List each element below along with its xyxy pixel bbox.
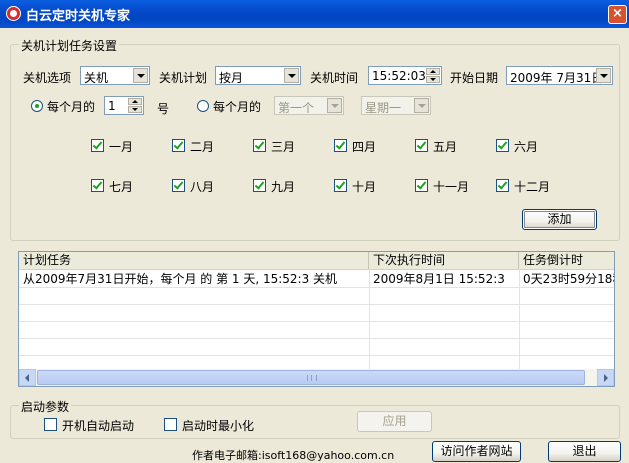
close-button[interactable]: × [608,5,627,24]
column-divider [369,269,370,370]
month-label[interactable]: 五月 [433,138,457,155]
month-checkbox[interactable] [172,139,185,152]
shutdown-option-value: 关机 [84,71,109,85]
month-checkbox[interactable] [172,179,185,192]
row-divider [19,304,614,305]
minimize-checkbox[interactable] [164,418,177,431]
start-date-picker[interactable]: 2009年 7月31日 [506,66,613,85]
month-label[interactable]: 二月 [190,138,214,155]
month-checkbox[interactable] [496,139,509,152]
time-spin-buttons [426,68,440,83]
row-divider [19,321,614,322]
scroll-left-icon[interactable] [19,369,36,386]
column-header-task[interactable]: 计划任务 [19,252,369,269]
week-ordinal-value: 第一个 [278,101,315,115]
start-date-label: 开始日期 [450,71,499,85]
column-header-countdown[interactable]: 任务倒计时 [519,252,614,269]
spin-down-icon[interactable] [128,106,142,113]
minimize-label[interactable]: 启动时最小化 [182,417,254,434]
spin-down-icon[interactable] [426,76,440,83]
chevron-down-icon[interactable] [327,98,342,113]
shutdown-plan-value: 按月 [219,71,244,85]
radio-weekday-of-month[interactable] [197,100,209,112]
radio-day-of-month-label[interactable]: 每个月的 [47,98,95,115]
radio-weekday-of-month-label[interactable]: 每个月的 [213,98,261,115]
autostart-checkbox[interactable] [44,418,57,431]
weekday-value: 星期一 [365,101,402,115]
row-divider [19,355,614,356]
task-list[interactable]: 计划任务 下次执行时间 任务倒计时 从2009年7月31日开始，每个月 的 第 … [18,251,615,387]
month-checkbox[interactable] [415,139,428,152]
main-client-area: 关机计划任务设置 关机选项 关机 关机计划 按月 关机时间 15:52:03 开… [4,28,625,462]
weekday-select[interactable]: 星期一 [361,96,431,115]
month-checkbox[interactable] [91,139,104,152]
visit-website-button[interactable]: 访问作者网站 [432,441,521,462]
column-divider [519,269,520,370]
spin-up-icon[interactable] [128,98,142,105]
shutdown-option-label: 关机选项 [23,71,72,85]
chevron-down-icon[interactable] [284,68,299,83]
spin-up-icon[interactable] [426,68,440,75]
title-bar: 白云定时关机专家 × [0,0,629,28]
month-label[interactable]: 七月 [109,178,133,195]
day-of-month-spinner[interactable]: 1 [104,96,144,115]
month-checkbox[interactable] [253,139,266,152]
startup-params-legend: 启动参数 [19,398,72,415]
scroll-right-icon[interactable] [597,369,614,386]
start-date-value: 2009年 7月31日 [510,71,604,85]
month-checkbox[interactable] [91,179,104,192]
month-label[interactable]: 三月 [271,138,295,155]
shutdown-time-label: 关机时间 [310,71,359,85]
chevron-down-icon[interactable] [414,98,429,113]
next-run-cell: 2009年8月1日 15:52:3 [373,272,505,286]
scroll-thumb[interactable] [37,370,585,385]
month-checkbox[interactable] [415,179,428,192]
month-label[interactable]: 九月 [271,178,295,195]
month-checkbox[interactable] [496,179,509,192]
window-title: 白云定时关机专家 [26,9,131,24]
shutdown-plan-select[interactable]: 按月 [215,66,301,85]
shutdown-time-value: 15:52:03 [372,69,426,83]
countdown-cell: 0天23时59分18秒 [523,272,615,286]
month-label[interactable]: 八月 [190,178,214,195]
day-spin-buttons [128,98,142,113]
month-label[interactable]: 十二月 [514,178,550,195]
horizontal-scrollbar[interactable] [19,369,614,386]
month-checkbox[interactable] [334,139,347,152]
task-cell: 从2009年7月31日开始，每个月 的 第 1 天, 15:52:3 关机 [23,272,338,286]
month-checkbox[interactable] [253,179,266,192]
shutdown-plan-label: 关机计划 [159,71,208,85]
day-of-month-value: 1 [108,99,116,113]
radio-day-of-month[interactable] [31,100,43,112]
row-divider [19,287,614,288]
chevron-down-icon[interactable] [596,68,611,83]
week-ordinal-select[interactable]: 第一个 [274,96,344,115]
grip-icon [307,375,317,381]
task-list-header: 计划任务 下次执行时间 任务倒计时 [19,252,614,270]
chevron-down-icon[interactable] [133,68,148,83]
author-email: 作者电子邮箱:isoft168@yahoo.com.cn [192,449,395,462]
exit-button[interactable]: 退出 [548,441,621,462]
month-label[interactable]: 四月 [352,138,376,155]
add-button[interactable]: 添加 [522,209,597,230]
month-checkbox[interactable] [334,179,347,192]
month-label[interactable]: 六月 [514,138,538,155]
month-label[interactable]: 十月 [352,178,376,195]
column-header-next-run[interactable]: 下次执行时间 [369,252,519,269]
month-label[interactable]: 一月 [109,138,133,155]
row-divider [19,338,614,339]
autostart-label[interactable]: 开机自动启动 [62,417,134,434]
apply-button[interactable]: 应用 [357,411,432,432]
app-icon[interactable] [6,6,21,21]
shutdown-option-select[interactable]: 关机 [80,66,150,85]
day-suffix-label: 号 [157,102,170,116]
month-label[interactable]: 十一月 [433,178,469,195]
shutdown-time-picker[interactable]: 15:52:03 [368,66,442,85]
plan-settings-legend: 关机计划任务设置 [19,37,120,54]
